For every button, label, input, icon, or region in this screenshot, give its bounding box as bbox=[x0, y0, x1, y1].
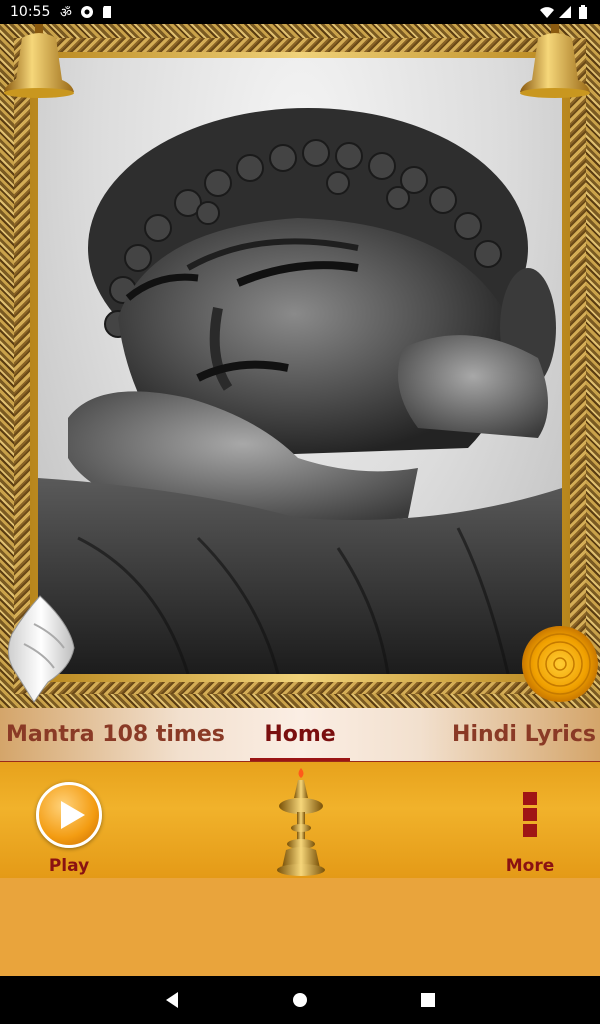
notification-icons: ॐ bbox=[60, 5, 114, 19]
status-bar: 10:55 ॐ bbox=[0, 0, 600, 24]
more-button[interactable] bbox=[514, 788, 546, 842]
tab-home[interactable]: Home bbox=[250, 708, 350, 761]
buddha-image bbox=[38, 58, 562, 674]
player-toolbar: Play More bbox=[0, 762, 600, 878]
lower-panel bbox=[0, 878, 600, 976]
wifi-icon bbox=[540, 5, 554, 19]
back-icon[interactable] bbox=[160, 988, 184, 1012]
cell-signal-icon bbox=[558, 5, 572, 19]
battery-icon bbox=[576, 5, 590, 19]
conch-shell-icon[interactable] bbox=[4, 594, 76, 706]
om-icon: ॐ bbox=[60, 5, 74, 19]
play-icon bbox=[61, 801, 85, 829]
play-button[interactable] bbox=[36, 782, 102, 848]
home-icon[interactable] bbox=[288, 988, 312, 1012]
recents-icon[interactable] bbox=[416, 988, 440, 1012]
more-dot bbox=[523, 792, 537, 805]
system-nav-bar bbox=[0, 976, 600, 1024]
status-time: 10:55 bbox=[10, 4, 51, 20]
audio-app-icon bbox=[80, 5, 94, 19]
app-screen: 10:55 ॐ Mantra 108 times Home Hindi Lyri… bbox=[0, 0, 600, 1024]
play-label: Play bbox=[48, 856, 90, 876]
more-dot bbox=[523, 824, 537, 837]
tab-mantra-108-times[interactable]: Mantra 108 times bbox=[6, 708, 225, 761]
system-icons bbox=[540, 5, 590, 19]
bell-icon[interactable] bbox=[2, 24, 76, 100]
more-label: More bbox=[505, 856, 555, 876]
tab-hindi-lyrics[interactable]: Hindi Lyrics bbox=[452, 708, 596, 761]
bell-icon[interactable] bbox=[518, 24, 592, 100]
svg-text:ॐ: ॐ bbox=[60, 6, 72, 19]
tab-bar: Mantra 108 times Home Hindi Lyrics bbox=[0, 708, 600, 762]
marigold-flower-icon[interactable] bbox=[520, 624, 600, 704]
more-dot bbox=[523, 808, 537, 821]
picture-frame bbox=[0, 24, 600, 708]
oil-lamp-icon[interactable] bbox=[266, 768, 336, 878]
sd-card-icon bbox=[100, 5, 114, 19]
